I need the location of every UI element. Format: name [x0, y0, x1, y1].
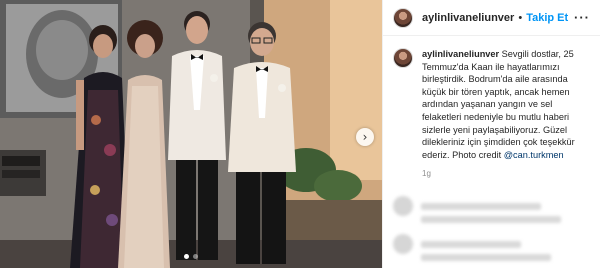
caption-text-block: aylinlivaneliunver Sevgili dostlar, 25 T…	[422, 48, 592, 161]
carousel-indicator	[184, 254, 198, 259]
blurred-comment	[393, 196, 541, 216]
carousel-dot-1	[184, 254, 189, 259]
caption-body: Sevgili dostlar, 25 Temmuz'da Kaan ile h…	[422, 49, 575, 160]
blurred-text	[421, 254, 551, 261]
blurred-avatar	[393, 234, 413, 254]
blurred-comment	[421, 216, 561, 223]
carousel-dot-2	[193, 254, 198, 259]
post-sidebar: aylinlivaneliunver • Takip Et ··· aylinl…	[382, 0, 600, 268]
chevron-right-icon: ›	[362, 130, 368, 144]
post-photo[interactable]: ›	[0, 0, 382, 268]
next-photo-button[interactable]: ›	[356, 128, 374, 146]
more-options-icon[interactable]: ···	[574, 10, 590, 25]
blurred-text	[421, 240, 521, 248]
wedding-photo-illustration	[0, 0, 382, 268]
header-username[interactable]: aylinlivaneliunver	[422, 12, 514, 24]
blurred-comment	[421, 254, 551, 261]
caption-mention[interactable]: @can.turkmen	[504, 150, 564, 160]
caption-avatar[interactable]	[393, 48, 413, 68]
header-separator: •	[518, 11, 523, 24]
post-header: aylinlivaneliunver • Takip Et ···	[383, 0, 600, 36]
post-time: 1g	[422, 169, 431, 179]
post-caption: aylinlivaneliunver Sevgili dostlar, 25 T…	[383, 36, 600, 161]
blurred-avatar	[393, 196, 413, 216]
follow-button[interactable]: Takip Et	[526, 12, 568, 24]
blurred-comment	[393, 234, 521, 254]
blurred-text	[421, 202, 541, 210]
blurred-text	[421, 216, 561, 223]
blurred-comments	[383, 190, 600, 268]
caption-username[interactable]: aylinlivaneliunver	[422, 49, 499, 59]
avatar[interactable]	[393, 7, 413, 28]
